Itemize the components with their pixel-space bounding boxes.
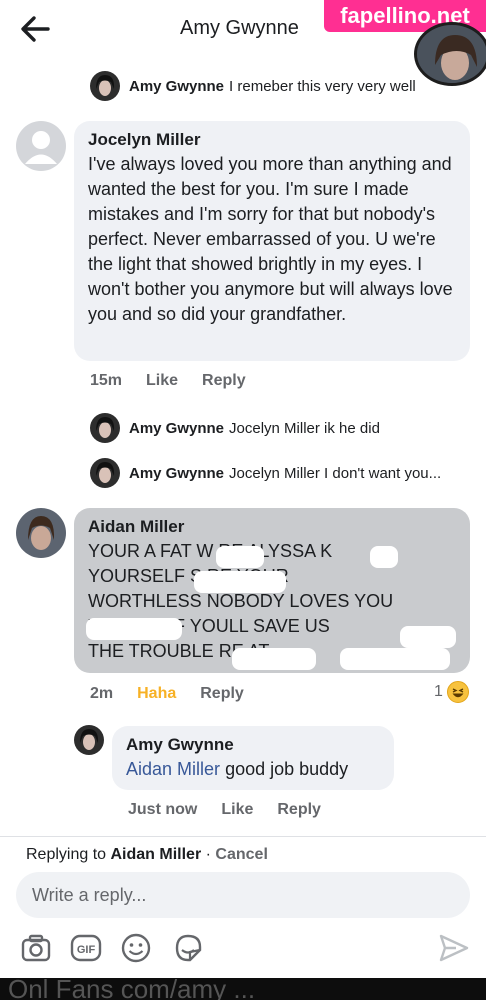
comment-bubble: Amy Gwynne Aidan Miller good job buddy bbox=[112, 726, 394, 790]
redaction-mark bbox=[400, 626, 456, 648]
reply-author[interactable]: Amy Gwynne bbox=[129, 78, 224, 95]
replying-to-bar: Replying to Aidan Miller · Cancel bbox=[26, 846, 268, 864]
haha-reaction-button[interactable]: Haha bbox=[137, 685, 176, 703]
avatar[interactable] bbox=[90, 71, 120, 101]
reply-item: Amy Gwynne Jocelyn Miller ik he did bbox=[90, 412, 380, 444]
redaction-mark bbox=[340, 648, 450, 670]
like-button[interactable]: Like bbox=[146, 372, 178, 390]
mention-link[interactable]: Aidan Miller bbox=[126, 759, 220, 779]
reply-text: I remeber this very very well bbox=[229, 77, 416, 95]
bottom-watermark-strip: Onl Fans com/amy ... bbox=[0, 978, 486, 1000]
haha-emoji-icon bbox=[446, 681, 469, 703]
camera-icon[interactable] bbox=[20, 932, 52, 964]
reply-text: Jocelyn Miller ik he did bbox=[229, 419, 380, 437]
comment-timestamp: Just now bbox=[128, 801, 198, 818]
comment-actions: 2m Haha Reply bbox=[90, 685, 244, 703]
reply-input[interactable] bbox=[16, 872, 470, 918]
redaction-mark bbox=[370, 546, 398, 568]
reply-button[interactable]: Reply bbox=[277, 801, 321, 819]
emoji-icon[interactable] bbox=[120, 932, 152, 964]
redaction-mark bbox=[232, 648, 316, 670]
comment-timestamp: 15m bbox=[90, 372, 123, 389]
avatar-placeholder[interactable] bbox=[16, 121, 66, 171]
comment-actions: 15m Like Reply bbox=[90, 372, 246, 390]
like-button[interactable]: Like bbox=[221, 801, 253, 819]
gif-icon[interactable]: GIF bbox=[70, 932, 102, 964]
reply-item: Amy Gwynne I remeber this very very well bbox=[90, 70, 416, 102]
comment-author[interactable]: Aidan Miller bbox=[88, 517, 456, 537]
cancel-reply-button[interactable]: Cancel bbox=[215, 846, 267, 863]
redaction-mark bbox=[216, 546, 264, 568]
reply-text: Jocelyn Miller I don't want you... bbox=[229, 464, 442, 482]
profile-avatar[interactable] bbox=[414, 22, 486, 86]
svg-text:GIF: GIF bbox=[77, 944, 96, 956]
comment-line: YOUR A FAT W RE ALYSSA K bbox=[88, 541, 333, 561]
comment-author[interactable]: Jocelyn Miller bbox=[88, 130, 456, 150]
send-icon[interactable] bbox=[438, 932, 470, 964]
reaction-count: 1 bbox=[434, 683, 443, 700]
reply-button[interactable]: Reply bbox=[202, 372, 246, 390]
reaction-summary[interactable]: 1 bbox=[434, 681, 469, 703]
comment-text: Aidan Miller good job buddy bbox=[126, 757, 380, 782]
redaction-mark bbox=[86, 618, 182, 640]
comment-text: I've always loved you more than anything… bbox=[88, 154, 453, 324]
comment-timestamp: 2m bbox=[90, 685, 114, 702]
avatar[interactable] bbox=[16, 508, 66, 558]
separator: · bbox=[205, 846, 211, 863]
comment-author[interactable]: Amy Gwynne bbox=[126, 735, 380, 755]
back-arrow-icon[interactable] bbox=[18, 14, 52, 44]
redaction-mark bbox=[194, 571, 286, 593]
reply-author[interactable]: Amy Gwynne bbox=[129, 420, 224, 437]
reply-author[interactable]: Amy Gwynne bbox=[129, 465, 224, 482]
page-title: Amy Gwynne bbox=[180, 17, 299, 39]
sticker-icon[interactable] bbox=[172, 932, 204, 964]
comment-text: YOUR A FAT W RE ALYSSA K YOURSELF S RE Y… bbox=[88, 539, 456, 664]
comment-actions: Just now Like Reply bbox=[128, 801, 321, 819]
reply-button[interactable]: Reply bbox=[200, 685, 244, 703]
avatar[interactable] bbox=[90, 458, 120, 488]
reply-item: Amy Gwynne Jocelyn Miller I don't want yo… bbox=[90, 457, 441, 489]
divider bbox=[0, 836, 486, 837]
avatar[interactable] bbox=[90, 413, 120, 443]
replying-prefix: Replying to bbox=[26, 846, 107, 863]
comment-text-body: good job buddy bbox=[225, 759, 349, 779]
avatar[interactable] bbox=[74, 725, 104, 755]
comment-bubble: Jocelyn Miller I've always loved you mor… bbox=[74, 121, 470, 361]
replying-to-name: Aidan Miller bbox=[110, 846, 202, 863]
